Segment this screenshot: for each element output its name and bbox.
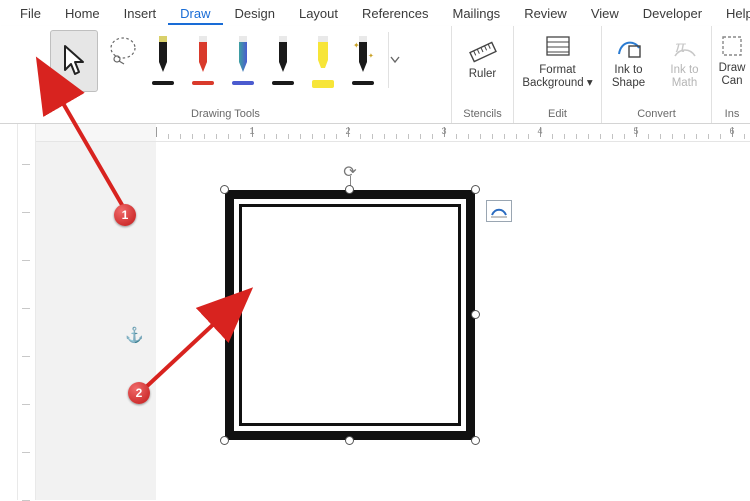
group-label-stencils: Stencils — [463, 106, 502, 123]
lasso-icon — [106, 34, 140, 68]
resize-handle-se[interactable] — [471, 436, 480, 445]
chevron-down-icon: ▾ — [587, 77, 593, 89]
hruler-margin-pad — [36, 124, 156, 142]
menu-help[interactable]: Help — [714, 2, 750, 25]
pen-icon: ✦✦ — [351, 32, 375, 80]
menu-review[interactable]: Review — [512, 2, 579, 25]
draw-canvas-l2: Can — [721, 75, 742, 87]
group-insert-cut: DrawCan Ins — [712, 26, 750, 123]
menu-home[interactable]: Home — [53, 2, 112, 25]
pen-black[interactable] — [148, 32, 178, 86]
ribbon: ✦✦ Drawing Tools Ruler Stencils — [0, 26, 750, 124]
drawing-canvas-button[interactable]: DrawCan — [714, 30, 750, 88]
vertical-ruler[interactable] — [18, 124, 36, 500]
stroke-preview — [352, 80, 374, 86]
highlighter-icon — [311, 32, 335, 80]
ink-shape-l1: Ink to — [614, 64, 642, 76]
drawing-canvas-icon — [720, 34, 744, 58]
group-label-ins: Ins — [725, 106, 740, 123]
vertical-gutter — [0, 124, 18, 500]
group-edit: FormatBackground ▾ Edit — [514, 26, 602, 123]
menu-draw[interactable]: Draw — [168, 2, 222, 25]
menu-references[interactable]: References — [350, 2, 440, 25]
svg-text:✦: ✦ — [368, 52, 374, 60]
group-stencils: Ruler Stencils — [452, 26, 514, 123]
pen-gallery: ✦✦ — [148, 30, 402, 88]
ink-to-math-icon: π — [672, 34, 698, 60]
stroke-preview — [152, 80, 174, 86]
ruler-label: Ruler — [469, 68, 496, 81]
resize-handle-nw[interactable] — [220, 185, 229, 194]
group-label-edit: Edit — [548, 106, 567, 123]
resize-handle-e[interactable] — [471, 310, 480, 319]
pen-gallery-more[interactable] — [388, 32, 402, 88]
highlighter-yellow[interactable] — [308, 32, 338, 88]
pen-red[interactable] — [188, 32, 218, 86]
stroke-preview — [232, 80, 254, 86]
group-label-drawing-tools: Drawing Tools — [191, 106, 260, 123]
resize-handle-s[interactable] — [345, 436, 354, 445]
ink-shape-l2: Shape — [612, 77, 645, 89]
pen-icon — [231, 32, 255, 80]
chevron-down-icon — [390, 50, 400, 70]
draw-canvas-l1: Draw — [719, 62, 746, 74]
stroke-preview — [272, 80, 294, 86]
annotation-badge-1: 1 — [114, 204, 136, 226]
ruler-button[interactable]: Ruler — [458, 30, 508, 81]
menu-insert[interactable]: Insert — [112, 2, 169, 25]
resize-handle-w[interactable] — [220, 310, 229, 319]
ink-math-l1: Ink to — [670, 64, 698, 76]
format-bg-l1: Format — [539, 64, 575, 76]
annotation-badge-2: 2 — [128, 382, 150, 404]
pen-sparkle[interactable]: ✦✦ — [348, 32, 378, 86]
group-drawing-tools: ✦✦ Drawing Tools — [0, 26, 452, 123]
selected-shape-square[interactable]: ⟳ — [225, 190, 475, 440]
menu-design[interactable]: Design — [223, 2, 287, 25]
stroke-preview — [312, 80, 334, 88]
resize-handle-ne[interactable] — [471, 185, 480, 194]
pen-black-2[interactable] — [268, 32, 298, 86]
menu-mailings[interactable]: Mailings — [441, 2, 513, 25]
pen-galaxy[interactable] — [228, 32, 258, 86]
resize-handle-sw[interactable] — [220, 436, 229, 445]
menu-bar: File Home Insert Draw Design Layout Refe… — [0, 0, 750, 26]
stroke-preview — [192, 80, 214, 86]
layout-options-icon — [490, 204, 508, 218]
svg-text:✦: ✦ — [353, 41, 360, 50]
menu-file[interactable]: File — [8, 2, 53, 25]
menu-layout[interactable]: Layout — [287, 2, 350, 25]
select-tool-button[interactable] — [50, 30, 98, 92]
cursor-icon — [59, 42, 89, 80]
resize-handle-n[interactable] — [345, 185, 354, 194]
ruler-icon — [468, 34, 498, 64]
group-convert: Ink toShape π Ink toMath Convert — [602, 26, 712, 123]
pen-icon — [191, 32, 215, 80]
pen-icon — [151, 32, 175, 80]
anchor-icon: ⚓ — [125, 326, 144, 344]
layout-options-button[interactable] — [486, 200, 512, 222]
menu-view[interactable]: View — [579, 2, 631, 25]
ink-to-shape-icon — [615, 34, 643, 60]
pen-icon — [271, 32, 295, 80]
horizontal-ruler-row: 123456 — [36, 124, 750, 142]
ink-to-shape-button[interactable]: Ink toShape — [604, 30, 654, 90]
menu-developer[interactable]: Developer — [631, 2, 714, 25]
shape-inner-border — [239, 204, 461, 426]
format-background-button[interactable]: FormatBackground ▾ — [518, 30, 598, 90]
ink-math-l2: Math — [672, 77, 698, 89]
format-background-icon — [543, 34, 573, 60]
ink-to-math-button[interactable]: π Ink toMath — [660, 30, 710, 90]
group-label-convert: Convert — [637, 106, 676, 123]
format-bg-l2: Background — [522, 77, 583, 89]
horizontal-ruler[interactable]: 123456 — [156, 124, 750, 142]
lasso-tool-button[interactable] — [104, 30, 142, 88]
